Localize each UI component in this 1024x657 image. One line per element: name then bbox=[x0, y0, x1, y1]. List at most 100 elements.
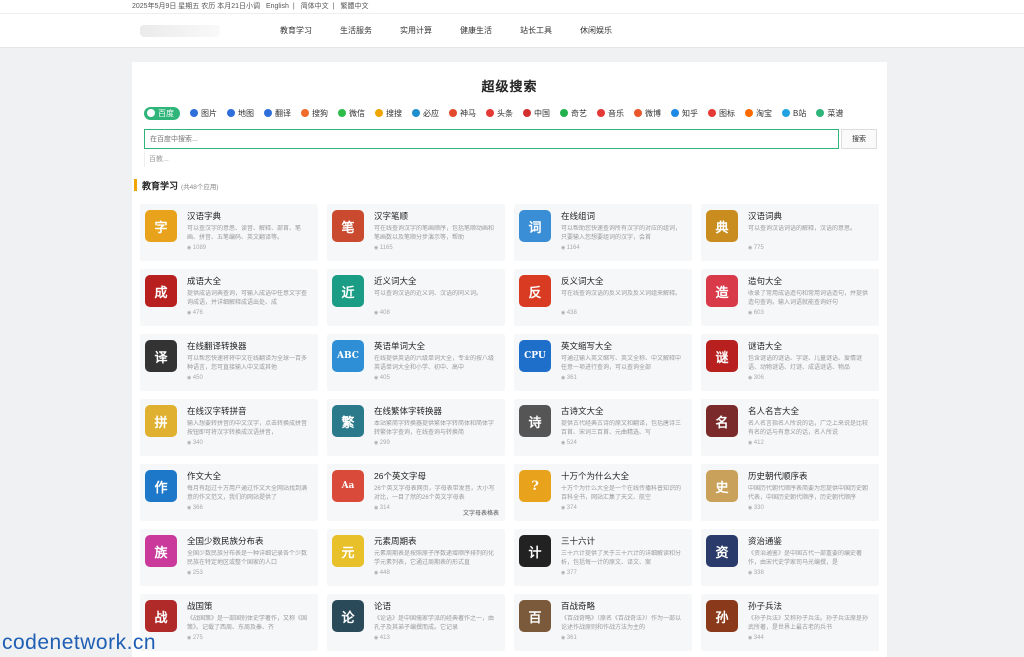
app-description: 全国少数民族分布表是一种详细记录各个少数民族在特定地区或整个国家的人口 bbox=[187, 551, 308, 566]
app-icon: ABC bbox=[332, 340, 364, 372]
app-info: 元素周期表 元素周期表是按照原子序数递增顺序排列的化学元素列表，它通过周期表的形式… bbox=[374, 535, 499, 580]
app-card[interactable]: 战战国策《战国策》是一部国别体史学著作，又称《国策》。记载了西周、东周及秦、齐 2… bbox=[140, 594, 318, 651]
app-name: 成语大全 bbox=[187, 276, 222, 286]
app-view-count: 299 bbox=[374, 440, 499, 446]
engine-logo-icon bbox=[301, 109, 309, 117]
app-card[interactable]: 典汉语词典可以查询汉语词语的解释，汉语的意思。 775 bbox=[701, 204, 879, 261]
app-card[interactable]: 拼在线汉字转拼音 输入想要转拼音的中文汉字，点击转换成拼音按钮即可将汉字转换成汉语… bbox=[140, 399, 318, 456]
engine-tab-15[interactable]: 图标 bbox=[708, 108, 735, 119]
engine-tab-18[interactable]: 菜谱 bbox=[816, 108, 843, 119]
nav-item-webmaster[interactable]: 站长工具 bbox=[520, 25, 552, 36]
app-card[interactable]: 近近义词大全可以查询汉语的近义词、汉语的同义词。 408 bbox=[327, 269, 505, 326]
app-view-count: 374 bbox=[561, 505, 686, 511]
app-view-count: 603 bbox=[748, 310, 873, 316]
app-description: 《战国策》是一部国别体史学著作，又称《国策》。记载了西周、东周及秦、齐 bbox=[187, 616, 308, 631]
app-icon: 词 bbox=[519, 210, 551, 242]
app-card[interactable]: 论论语《论语》是中国儒家学派的经典著作之一，由孔子及其弟子编撰而成。它记录 413 bbox=[327, 594, 505, 651]
app-description: 名人名言指名人所说的话，广泛上来说是比较有名的话与有意义的话，名人所说 bbox=[748, 421, 869, 436]
engine-logo-icon bbox=[560, 109, 568, 117]
app-card[interactable]: Aa 26个英文字母 26个英文字母表网页，字母表带发音，大小写对比，一目了然的26… bbox=[327, 464, 505, 521]
engine-tab-16[interactable]: 淘宝 bbox=[745, 108, 772, 119]
engine-tab-0[interactable]: 百度 bbox=[144, 106, 180, 120]
app-icon: 百 bbox=[519, 600, 551, 632]
engine-logo-icon bbox=[597, 109, 605, 117]
engine-label: 百度 bbox=[158, 108, 174, 118]
app-card[interactable]: 史历史朝代顺序表 中国历代朝代顺序表简要为您提供中国历史朝代表，中国历史朝代顺序，… bbox=[701, 464, 879, 521]
engine-tab-12[interactable]: 音乐 bbox=[597, 108, 624, 119]
search-button[interactable]: 搜索 bbox=[841, 129, 877, 149]
lang-traditional-link[interactable]: 繁體中文 bbox=[340, 3, 368, 10]
app-card[interactable]: 笔汉字笔顺 可在线查询汉字的笔画顺序，包括笔顺动画和笔画数以及笔顺分步演示等，帮助… bbox=[327, 204, 505, 261]
app-card[interactable]: 作作文大全 每月有超过十万用户通过作文大全网站找到满意的作文范文，我们的网站提供了… bbox=[140, 464, 318, 521]
lang-english-link[interactable]: English bbox=[266, 3, 289, 10]
app-card[interactable]: 族全国少数民族分布表 全国少数民族分布表是一种详细记录各个少数民族在特定地区或整个… bbox=[140, 529, 318, 586]
app-card[interactable]: CPU 英文缩写大全 可通过输入英文缩写、英文全称、中文解释中任意一项进行查询，可以… bbox=[514, 334, 692, 391]
engine-tab-11[interactable]: 奇艺 bbox=[560, 108, 587, 119]
app-view-count: 405 bbox=[374, 375, 499, 381]
app-card[interactable]: 计三十六计 三十六计提供了关于三十六计的详细解读和分析，包括每一计的原文、译文、案… bbox=[514, 529, 692, 586]
engine-tab-10[interactable]: 中国 bbox=[523, 108, 550, 119]
app-card[interactable]: 译在线翻译转换器 可以帮您快速将将中文在线翻译为全球一百多种语言，您可直接输入中文… bbox=[140, 334, 318, 391]
top-info-bar: 2025年5月9日 星期五 农历 本月21日小调 English | 简体中文 | … bbox=[0, 0, 1024, 14]
app-card[interactable]: 资资治通鉴《资治通鉴》是中国古代一部重要的编史著作，由宋代史学家司马光编撰，是 3… bbox=[701, 529, 879, 586]
app-card[interactable]: 反反义词大全可在线查询汉语的反义词及反义词组来解释。 438 bbox=[514, 269, 692, 326]
engine-tab-6[interactable]: 搜搜 bbox=[375, 108, 402, 119]
app-card[interactable]: ABC 英语单词大全 在线提供英语的六级单词大全，专业的按八级英语单词大全和小学、初… bbox=[327, 334, 505, 391]
app-info: 在线汉字转拼音 输入想要转拼音的中文汉字，点击转换成拼音按钮即可将汉字转换成汉语拼… bbox=[187, 405, 312, 450]
app-card[interactable]: 成成语大全 提供成语词典查询，可输入成语中任意文字查询成语，并详细解释成语出处、成… bbox=[140, 269, 318, 326]
app-icon: 名 bbox=[706, 405, 738, 437]
engine-logo-icon bbox=[708, 109, 716, 117]
app-card[interactable]: 诗古诗文大全 提供古代经典古诗的原文和翻译，包括唐诗三百首、宋词三百首、元曲精选、… bbox=[514, 399, 692, 456]
search-suggestion[interactable]: 百教... bbox=[144, 151, 284, 167]
app-info: 反义词大全可在线查询汉语的反义词及反义词组来解释。 438 bbox=[561, 275, 686, 320]
app-icon: 译 bbox=[145, 340, 177, 372]
app-name: 论语 bbox=[374, 601, 392, 611]
nav-item-education[interactable]: 教育学习 bbox=[280, 25, 312, 36]
engine-logo-icon bbox=[816, 109, 825, 117]
app-description: 元素周期表是按照原子序数递增顺序排列的化学元素列表，它通过周期表的形式直 bbox=[374, 551, 495, 566]
engine-tab-14[interactable]: 知乎 bbox=[671, 108, 698, 119]
app-card[interactable]: 繁在线繁体字转换器 本站繁简字转换器提供繁体字转简体和简体字转繁体字查询，在线查询… bbox=[327, 399, 505, 456]
engine-tab-3[interactable]: 翻译 bbox=[264, 108, 291, 119]
app-description: 可在线查询汉字的笔画顺序，包括笔顺动画和笔画数以及笔顺分步演示等，帮助 bbox=[374, 226, 495, 241]
engine-tab-5[interactable]: 微信 bbox=[338, 108, 365, 119]
app-view-count: 476 bbox=[187, 310, 312, 316]
lang-simplified-link[interactable]: 简体中文 bbox=[301, 3, 329, 10]
site-logo[interactable] bbox=[140, 24, 220, 37]
app-card[interactable]: 造造句大全 收录了常用成语造句和常用词语造句，并提供造句查询。输入词语就能查询好句… bbox=[701, 269, 879, 326]
engine-tab-2[interactable]: 地图 bbox=[227, 108, 254, 119]
app-info: 英语单词大全 在线提供英语的六级单词大全，专业的按八级英语单词大全和小学、初中、高… bbox=[374, 340, 499, 385]
search-input[interactable] bbox=[144, 129, 839, 149]
app-name: 作文大全 bbox=[187, 471, 222, 481]
engine-tab-9[interactable]: 头条 bbox=[486, 108, 513, 119]
engine-tab-13[interactable]: 微博 bbox=[634, 108, 661, 119]
app-info: 在线繁体字转换器 本站繁简字转换器提供繁体字转简体和简体字转繁体字查询，在线查询与… bbox=[374, 405, 499, 450]
app-view-count: 413 bbox=[374, 635, 499, 641]
app-description: 三十六计提供了关于三十六计的详细解读和分析，包括每一计的原文、译文、案 bbox=[561, 551, 682, 566]
nav-item-health[interactable]: 健康生活 bbox=[460, 25, 492, 36]
app-card[interactable]: 字汉语字典 可以查汉字的意思、读音、解释、部首、笔画、拼音、五笔编码、英文翻译等。… bbox=[140, 204, 318, 261]
lang-separator: | bbox=[292, 3, 295, 10]
app-icon: 论 bbox=[332, 600, 364, 632]
engine-tab-7[interactable]: 必应 bbox=[412, 108, 439, 119]
engine-tab-17[interactable]: B站 bbox=[782, 108, 806, 119]
app-card[interactable]: 百百战奇略 《百战奇略》（原名《百战奇法》）作为一部以论述作战原则和作战方法为主的… bbox=[514, 594, 692, 651]
app-card[interactable]: 名名人名言大全 名人名言指名人所说的话，广泛上来说是比较有名的话与有意义的话，名人… bbox=[701, 399, 879, 456]
engine-tab-4[interactable]: 搜狗 bbox=[301, 108, 328, 119]
engine-tab-8[interactable]: 神马 bbox=[449, 108, 476, 119]
nav-item-entertainment[interactable]: 休闲娱乐 bbox=[580, 25, 612, 36]
engine-label: 音乐 bbox=[608, 108, 624, 118]
app-view-count: 775 bbox=[748, 245, 873, 251]
app-info: 古诗文大全 提供古代经典古诗的原文和翻译，包括唐诗三百首、宋词三百首、元曲精选、写… bbox=[561, 405, 686, 450]
app-card[interactable]: 词在线组词 可以帮助您快速查询所有汉字的对应的组词，只要输入您想要组词的汉字，会首… bbox=[514, 204, 692, 261]
nav-item-calc[interactable]: 实用计算 bbox=[400, 25, 432, 36]
nav-item-life[interactable]: 生活服务 bbox=[340, 25, 372, 36]
app-card[interactable]: 孙孙子兵法《孙子兵法》又称孙子兵法。孙子兵法原是孙武所著，是世界上最古老的兵书 3… bbox=[701, 594, 879, 651]
app-view-count: 366 bbox=[187, 505, 312, 511]
engine-logo-icon bbox=[190, 109, 198, 117]
app-card[interactable]: 元元素周期表 元素周期表是按照原子序数递增顺序排列的化学元素列表，它通过周期表的形… bbox=[327, 529, 505, 586]
app-grid: 字汉语字典 可以查汉字的意思、读音、解释、部首、笔画、拼音、五笔编码、英文翻译等。… bbox=[140, 204, 880, 651]
engine-tab-1[interactable]: 图片 bbox=[190, 108, 217, 119]
app-card[interactable]: 谜谜语大全 包含谜语的谜语、字谜、儿童谜语、爱情谜语、动物谜语、灯谜、成语谜语、物… bbox=[701, 334, 879, 391]
app-card[interactable]: ? 十万个为什么大全 十万个为什么大全是一个在线传播科普知识的百科全书，网站汇集了天… bbox=[514, 464, 692, 521]
